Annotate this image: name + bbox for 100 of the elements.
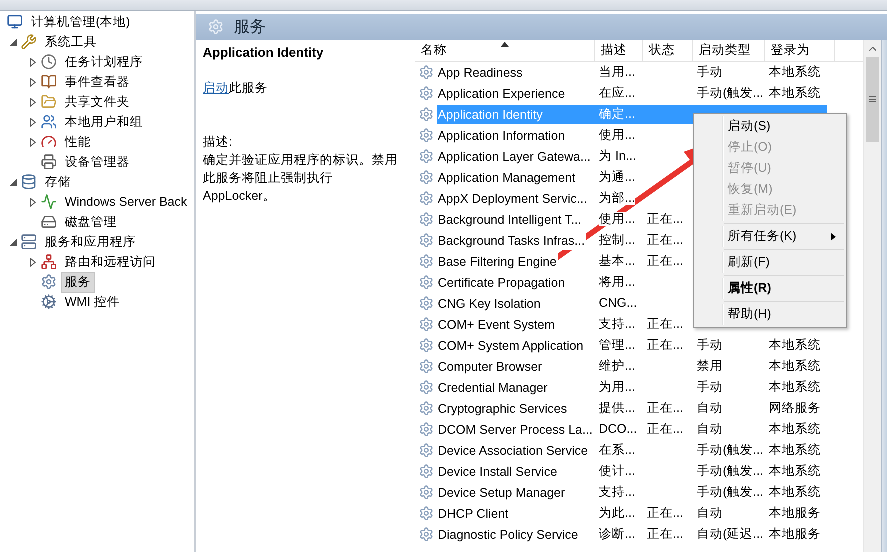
table-cell: 为 In... [599, 149, 636, 163]
table-cell: 自动 [697, 422, 723, 436]
tree-item[interactable]: Windows Server Back [61, 193, 192, 211]
table-cell: 支持... [599, 485, 636, 499]
table-cell: 禁用 [697, 359, 723, 373]
gear-icon [419, 506, 434, 521]
column-header[interactable]: 名称 [415, 40, 595, 61]
column-header[interactable]: 启动类型 [693, 40, 765, 61]
gear-icon [419, 485, 434, 500]
service-name[interactable]: Base Filtering Engine [437, 252, 558, 270]
table-cell: 手动(触发... [697, 443, 764, 457]
gear-icon [419, 212, 434, 227]
table-cell: 控制... [599, 233, 636, 247]
gear-icon [419, 170, 434, 185]
gear-icon [419, 527, 434, 542]
collapsed-toggle-icon[interactable] [30, 138, 36, 146]
table-cell: 本地系统 [769, 422, 821, 436]
table-cell: 确定... [599, 107, 636, 121]
table-cell: 正在... [647, 338, 684, 352]
tree-item[interactable]: 磁盘管理 [61, 212, 121, 232]
tree-item[interactable]: 存储 [41, 172, 75, 192]
tree-item[interactable]: 共享文件夹 [61, 92, 134, 112]
collapsed-toggle-icon[interactable] [30, 118, 36, 126]
table-cell: 管理... [599, 338, 636, 352]
service-title: Application Identity [203, 45, 325, 60]
table-cell: 正在... [647, 506, 684, 520]
expanded-toggle-icon[interactable] [10, 238, 16, 246]
table-cell: 本地系统 [769, 485, 821, 499]
tree-item[interactable]: 服务 [61, 272, 95, 292]
scroll-thumb[interactable] [866, 57, 879, 142]
collapsed-toggle-icon[interactable] [30, 78, 36, 86]
table-cell: 手动 [697, 338, 723, 352]
expanded-toggle-icon[interactable] [10, 178, 16, 186]
gear-icon [419, 107, 434, 122]
tree-item[interactable]: 计算机管理(本地) [27, 12, 134, 32]
tree-item[interactable]: 系统工具 [41, 32, 101, 52]
collapsed-toggle-icon[interactable] [30, 98, 36, 106]
table-cell: 本地服务 [769, 527, 821, 541]
table-cell: 正在... [647, 254, 684, 268]
table-cell: 本地服务 [769, 506, 821, 520]
table-cell: 为部... [599, 191, 636, 205]
gear-icon [419, 401, 434, 416]
database-icon [20, 173, 38, 191]
table-cell: 自动(延迟... [697, 527, 764, 541]
table-cell: 本地系统 [769, 443, 821, 457]
gear-icon [419, 233, 434, 248]
tree-item[interactable]: 路由和远程访问 [61, 252, 160, 272]
table-cell: 本地系统 [769, 380, 821, 394]
table-cell: 在应... [599, 86, 636, 100]
folder-icon [40, 93, 58, 111]
column-header[interactable]: 登录为 [765, 40, 835, 61]
tree-item[interactable]: WMI 控件 [61, 292, 124, 312]
table-cell: 使用... [599, 128, 636, 142]
gear-icon [419, 422, 434, 437]
settings-icon [208, 19, 224, 35]
table-cell: 为用... [599, 380, 636, 394]
collapsed-toggle-icon[interactable] [30, 258, 36, 266]
gear-icon [419, 191, 434, 206]
table-cell: DCO... [599, 422, 638, 436]
collapsed-toggle-icon[interactable] [30, 198, 36, 206]
table-cell: 当用... [599, 65, 636, 79]
table-cell: 手动(触发... [697, 485, 764, 499]
tree-item[interactable]: 性能 [61, 132, 95, 152]
gear-icon [419, 275, 434, 290]
tree-item[interactable]: 本地用户和组 [61, 112, 147, 132]
table-cell: CNG... [599, 296, 638, 310]
column-header[interactable]: 状态 [643, 40, 693, 61]
tree-item[interactable]: 任务计划程序 [61, 52, 147, 72]
tree-item[interactable]: 设备管理器 [61, 152, 134, 172]
column-header[interactable]: 描述 [595, 40, 643, 61]
gear-icon [419, 254, 434, 269]
tree-item[interactable]: 服务和应用程序 [41, 232, 140, 252]
table-cell: 诊断... [599, 527, 636, 541]
tree-item[interactable]: 事件查看器 [61, 72, 134, 92]
scrollbar[interactable] [863, 40, 881, 552]
table-cell: 为此... [599, 506, 636, 520]
table-cell: 网络服务 [769, 401, 821, 415]
expanded-toggle-icon[interactable] [10, 38, 16, 46]
collapsed-toggle-icon[interactable] [30, 58, 36, 66]
description-text: 确定并验证应用程序的标识。禁用此服务将阻止强制执行 AppLocker。 [203, 152, 399, 205]
table-cell: 本地系统 [769, 338, 821, 352]
cog-icon [40, 293, 58, 311]
book-icon [40, 73, 58, 91]
grip-icon [869, 96, 876, 103]
panel-title: 服务 [234, 18, 266, 38]
table-cell: 本地系统 [769, 65, 821, 79]
gear-icon [419, 359, 434, 374]
gear-icon [419, 443, 434, 458]
table-cell: 正在... [647, 212, 684, 226]
table-cell: 手动 [697, 65, 723, 79]
table-cell: 提供... [599, 401, 636, 415]
start-link[interactable]: 启动 [203, 81, 229, 95]
tools-icon [20, 33, 38, 51]
table-cell: 正在... [647, 317, 684, 331]
hard-drive-icon [40, 213, 58, 231]
service-name[interactable]: Background Tasks Infras... [437, 232, 586, 250]
gear-icon [419, 149, 434, 164]
table-cell: 为通... [599, 170, 636, 184]
table-cell: 基本... [599, 254, 636, 268]
network-icon [40, 253, 58, 271]
